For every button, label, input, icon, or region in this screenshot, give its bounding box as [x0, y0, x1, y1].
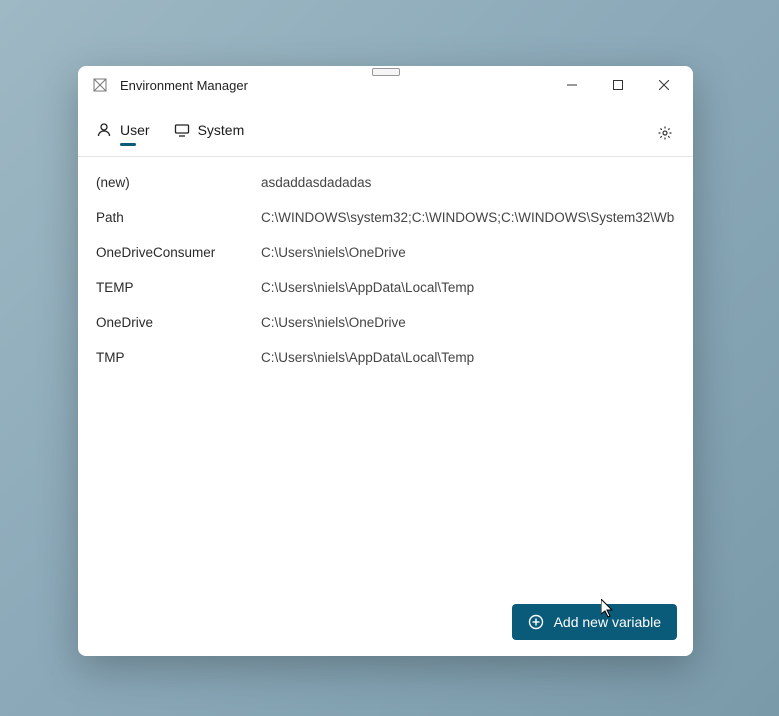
variable-name: (new) [96, 175, 261, 190]
variable-name: TEMP [96, 280, 261, 295]
minimize-button[interactable] [549, 70, 595, 100]
window-controls [549, 70, 687, 100]
variable-row[interactable]: TEMP C:\Users\niels\AppData\Local\Temp [78, 270, 693, 305]
add-variable-label: Add new variable [554, 614, 661, 630]
variable-value: C:\Users\niels\AppData\Local\Temp [261, 280, 675, 295]
variable-row[interactable]: OneDriveConsumer C:\Users\niels\OneDrive [78, 235, 693, 270]
system-icon [174, 122, 190, 138]
tab-system[interactable]: System [174, 122, 245, 144]
variable-name: OneDriveConsumer [96, 245, 261, 260]
tab-user[interactable]: User [96, 122, 150, 144]
footer: Add new variable [78, 590, 693, 656]
variable-row[interactable]: Path C:\WINDOWS\system32;C:\WINDOWS;C:\W… [78, 200, 693, 235]
tab-system-label: System [198, 122, 245, 138]
app-icon [92, 77, 108, 93]
variable-value: C:\Users\niels\OneDrive [261, 245, 675, 260]
tabs-row: User System [78, 104, 693, 157]
maximize-button[interactable] [595, 70, 641, 100]
app-window: Environment Manager User System [78, 66, 693, 656]
variable-list: (new) asdaddasdadadas Path C:\WINDOWS\sy… [78, 157, 693, 590]
variable-value: asdaddasdadadas [261, 175, 675, 190]
close-button[interactable] [641, 70, 687, 100]
add-variable-button[interactable]: Add new variable [512, 604, 677, 640]
variable-value: C:\Users\niels\AppData\Local\Temp [261, 350, 675, 365]
plus-circle-icon [528, 614, 544, 630]
variable-row[interactable]: TMP C:\Users\niels\AppData\Local\Temp [78, 340, 693, 375]
titlebar: Environment Manager [78, 66, 693, 104]
settings-button[interactable] [655, 123, 675, 143]
window-title: Environment Manager [120, 78, 248, 93]
variable-row[interactable]: (new) asdaddasdadadas [78, 165, 693, 200]
variable-row[interactable]: OneDrive C:\Users\niels\OneDrive [78, 305, 693, 340]
user-icon [96, 122, 112, 138]
variable-name: TMP [96, 350, 261, 365]
tab-user-label: User [120, 122, 150, 138]
variable-name: Path [96, 210, 261, 225]
variable-value: C:\Users\niels\OneDrive [261, 315, 675, 330]
variable-value: C:\WINDOWS\system32;C:\WINDOWS;C:\WINDOW… [261, 210, 675, 225]
variable-name: OneDrive [96, 315, 261, 330]
